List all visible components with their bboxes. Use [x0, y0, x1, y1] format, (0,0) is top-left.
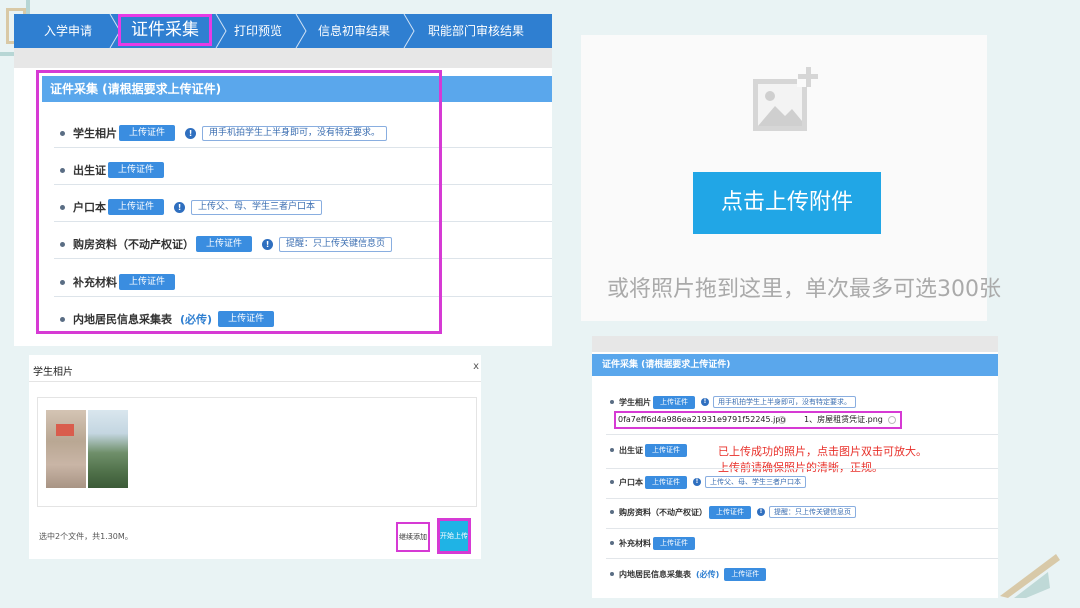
- nav-step-certificate-collection[interactable]: 证件采集: [118, 14, 212, 46]
- upload-result-panel: 证件采集 (请根据要求上传证件) 学生相片 上传证件 ! 用手机拍学生上半身即可…: [592, 336, 998, 598]
- continue-adding-button[interactable]: 继续添加: [396, 522, 430, 552]
- row-label: 购房资料（不动产权证）: [619, 507, 707, 517]
- divider: [29, 381, 481, 382]
- photo-thumbnail[interactable]: [88, 410, 128, 488]
- row-resident-info-form: 内地居民信息采集表 (必传) 上传证件: [610, 566, 767, 582]
- row-label: 户口本: [619, 477, 643, 487]
- toolbar-strip: [592, 336, 998, 352]
- row-student-photo: 学生相片 上传证件 ! 用手机拍学生上半身即可，没有特定要求。: [610, 394, 856, 410]
- tip-text: 上传父、母、学生三者户口本: [705, 476, 806, 488]
- upload-button[interactable]: 上传证件: [653, 536, 695, 550]
- drag-hint: 或将照片拖到这里，单次最多可选300张: [607, 277, 1001, 302]
- row-birth-certificate: 出生证 上传证件: [610, 442, 687, 458]
- dialog-title: 学生相片: [33, 367, 73, 378]
- upload-note-line: 已上传成功的照片，点击图片双击可放大。: [718, 445, 927, 458]
- nav-step-initial-review[interactable]: 信息初审结果: [306, 14, 390, 48]
- upload-drop-area[interactable]: 点击上传附件 或将照片拖到这里，单次最多可选300张: [581, 35, 1001, 321]
- photo-thumbnail[interactable]: [46, 410, 86, 488]
- divider: [606, 558, 998, 559]
- row-label: 学生相片: [619, 397, 651, 407]
- certificate-collection-panel: 入学申请 打印预览 信息初审结果 职能部门审核结果 证件采集 证件采集 (请根据…: [14, 14, 552, 346]
- upload-button[interactable]: 上传证件: [724, 567, 767, 581]
- info-icon: !: [693, 478, 701, 486]
- row-household-register: 户口本 上传证件 ! 上传父、母、学生三者户口本: [610, 474, 806, 490]
- uploaded-files: 0fa7eff6d4a986ea21931e9791f52245.jpg 1、房…: [614, 411, 902, 429]
- remove-icon[interactable]: [888, 416, 896, 424]
- photo-upload-dialog: 学生相片 x 选中2个文件，共1.30M。 继续添加 开始上传: [29, 355, 481, 559]
- highlight-box: [36, 70, 442, 334]
- nav-step-print-preview[interactable]: 打印预览: [222, 14, 282, 48]
- selection-summary: 选中2个文件，共1.30M。: [39, 532, 133, 541]
- tip-text: 用手机拍学生上半身即可，没有特定要求。: [713, 396, 856, 408]
- divider: [606, 434, 998, 435]
- divider: [606, 498, 998, 499]
- bullet-icon: [610, 400, 614, 404]
- row-label: 补充材料: [619, 538, 651, 548]
- step-navigation: 入学申请 打印预览 信息初审结果 职能部门审核结果 证件采集: [14, 14, 552, 48]
- uploaded-file-name[interactable]: 1、房屋租赁凭证.png: [804, 413, 883, 427]
- upload-button[interactable]: 上传证件: [709, 505, 751, 519]
- required-tag: (必传): [696, 569, 720, 579]
- info-icon: !: [757, 508, 765, 516]
- bullet-icon: [610, 448, 614, 452]
- upload-button[interactable]: 上传证件: [645, 475, 687, 489]
- section-title: 证件采集 (请根据要求上传证件): [592, 354, 998, 376]
- uploaded-file-name[interactable]: 0fa7eff6d4a986ea21931e9791f52245.jpg: [618, 415, 786, 424]
- row-property-documents: 购房资料（不动产权证） 上传证件 ! 提醒：只上传关键信息页: [610, 504, 856, 520]
- upload-note: 已上传成功的照片，点击图片双击可放大。 上传前请确保照片的清晰，正规。: [718, 444, 927, 476]
- close-icon[interactable]: x: [473, 361, 479, 372]
- chevron-right-icon: [403, 14, 415, 48]
- bullet-icon: [610, 541, 614, 545]
- toolbar-strip: [14, 48, 552, 68]
- nav-step-enrollment[interactable]: 入学申请: [32, 14, 92, 48]
- row-supplementary-materials: 补充材料 上传证件: [610, 535, 695, 551]
- start-upload-button[interactable]: 开始上传: [437, 518, 471, 554]
- divider: [606, 468, 998, 469]
- row-label: 内地居民信息采集表: [619, 569, 691, 579]
- upload-button[interactable]: 上传证件: [645, 443, 687, 457]
- divider: [606, 528, 998, 529]
- bullet-icon: [610, 510, 614, 514]
- tip-text: 提醒：只上传关键信息页: [769, 506, 856, 518]
- photo-queue: [37, 397, 477, 507]
- add-image-icon: [753, 65, 819, 131]
- bullet-icon: [610, 480, 614, 484]
- remove-icon[interactable]: [778, 416, 786, 424]
- bullet-icon: [610, 572, 614, 576]
- ruler-icon: [1000, 554, 1060, 598]
- upload-attachment-button[interactable]: 点击上传附件: [693, 172, 881, 234]
- upload-button[interactable]: 上传证件: [653, 395, 695, 409]
- row-label: 出生证: [619, 445, 643, 455]
- nav-step-department-review[interactable]: 职能部门审核结果: [416, 14, 524, 48]
- info-icon: !: [701, 398, 709, 406]
